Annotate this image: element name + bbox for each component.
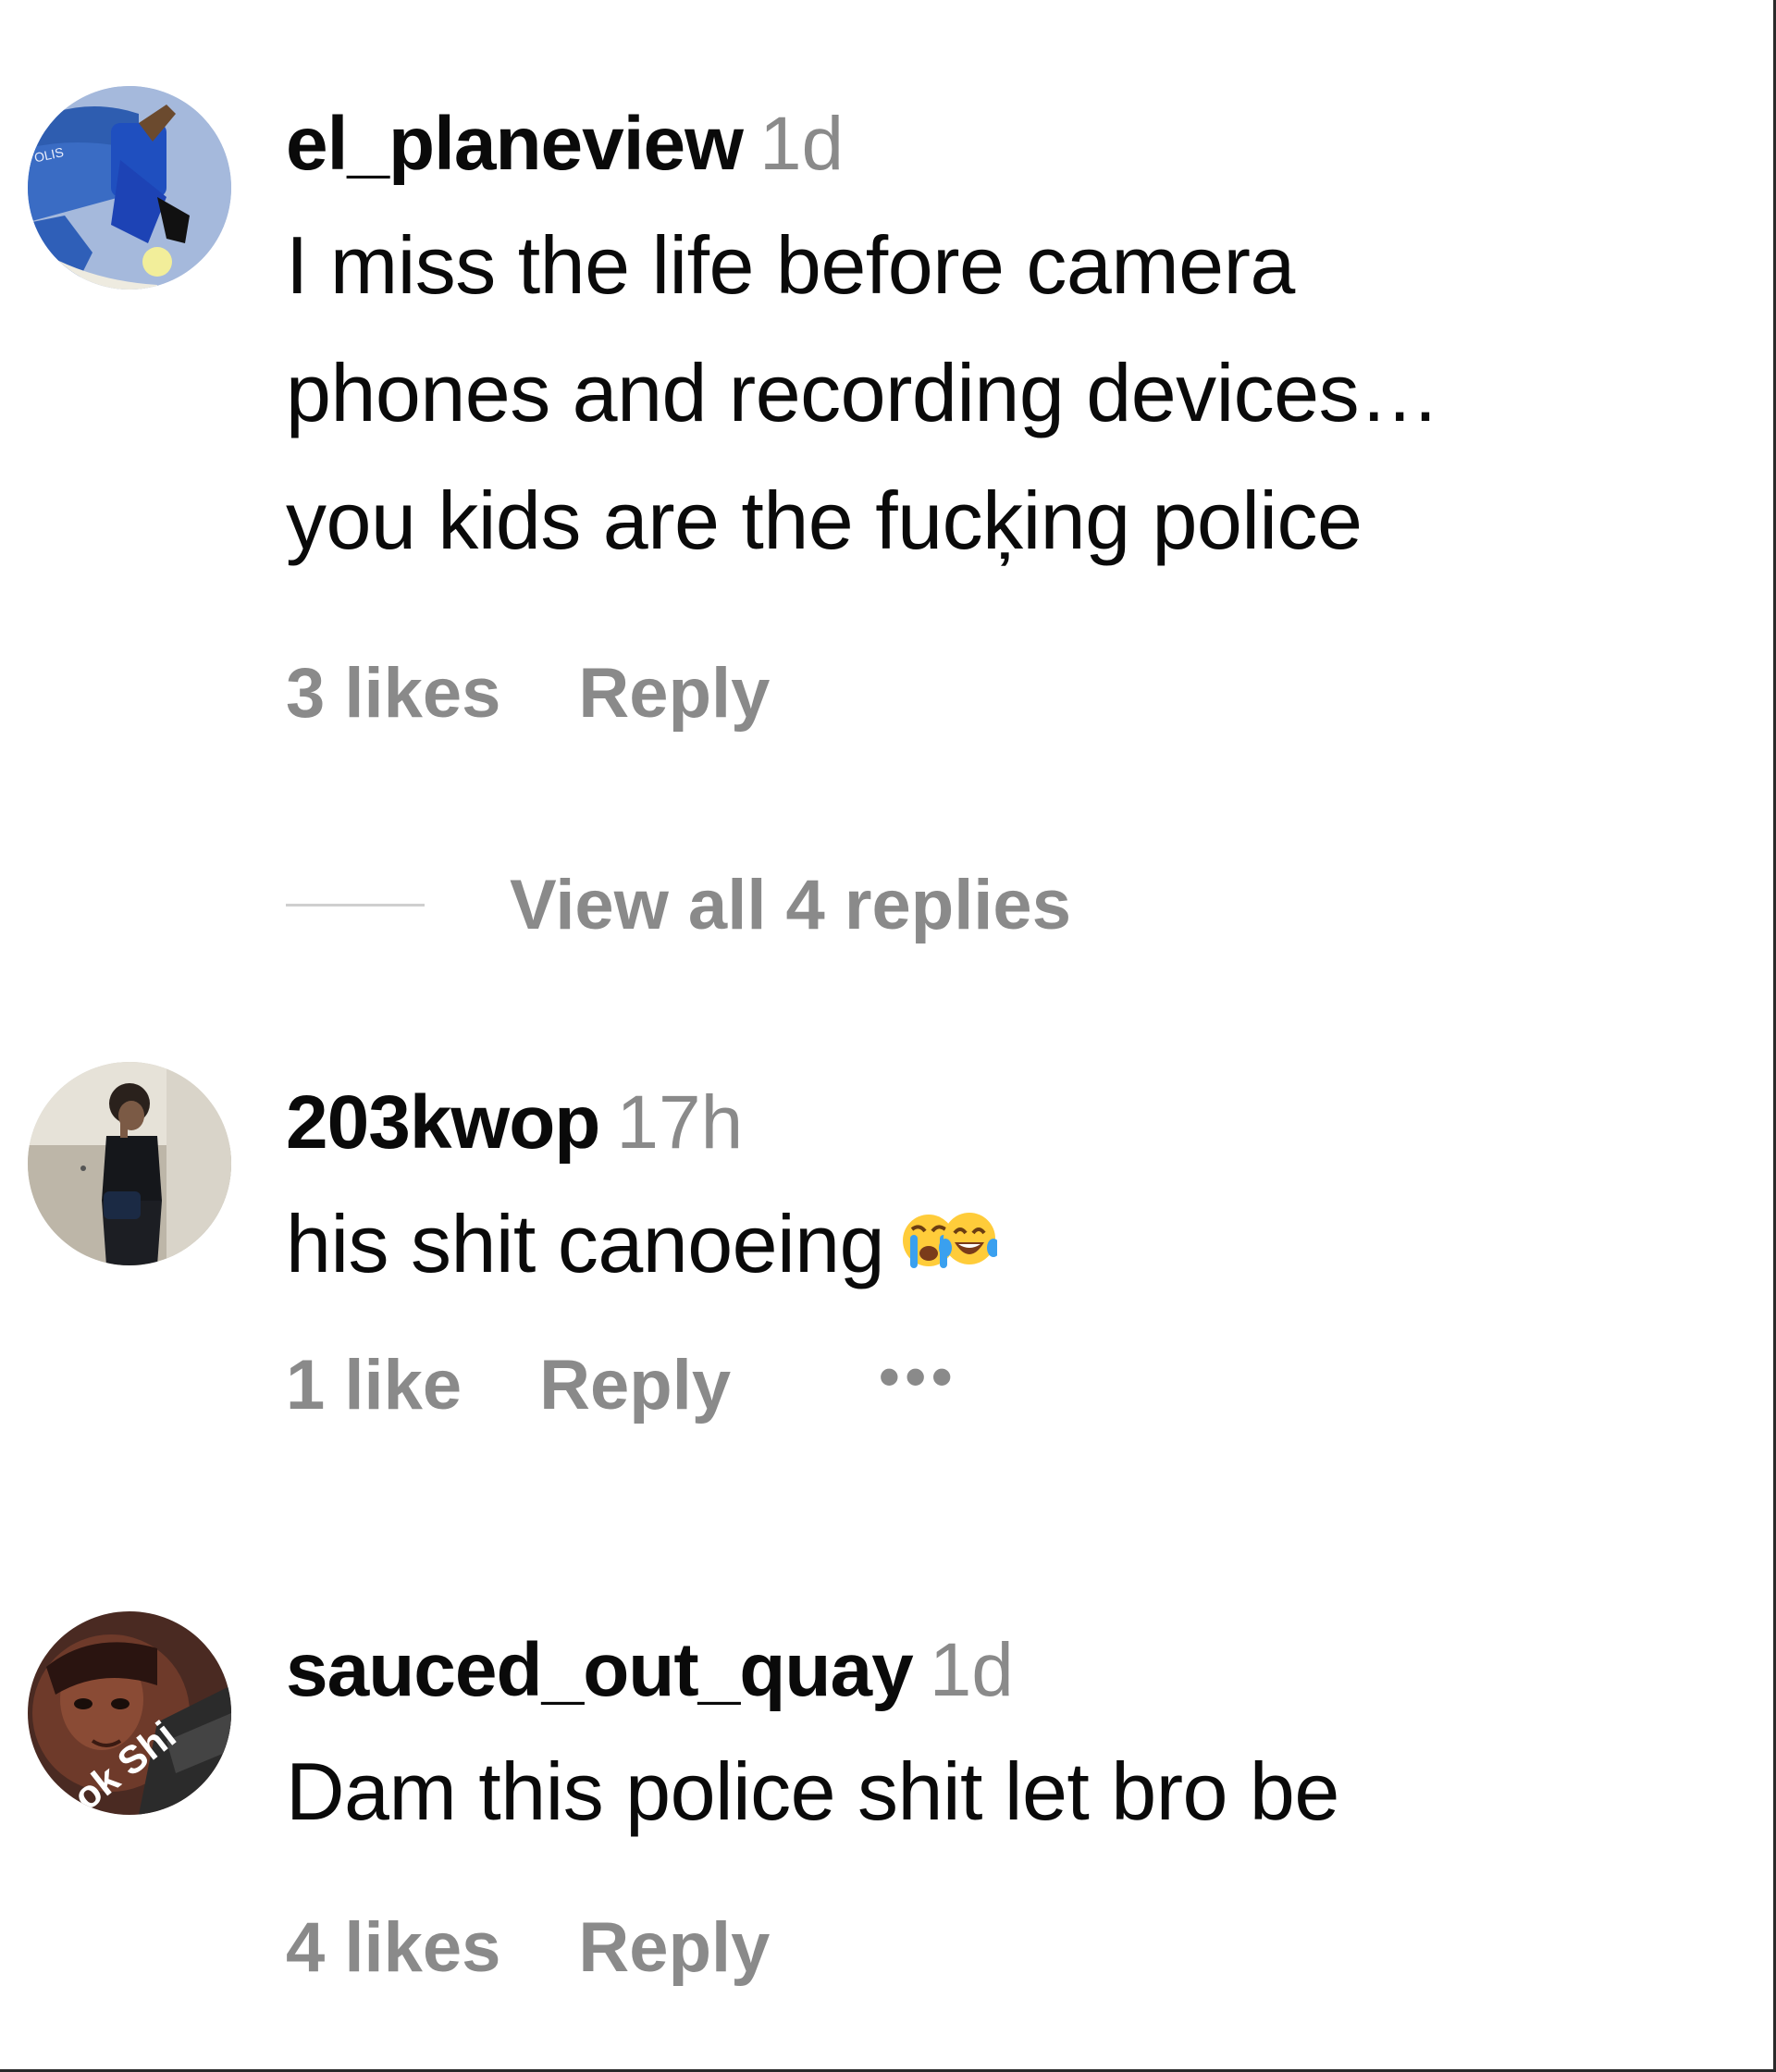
username[interactable]: sauced_out_quay (286, 1628, 914, 1712)
more-options-icon[interactable]: ••• (879, 1335, 957, 1418)
face-with-text-avatar-icon: ok Shi (28, 1611, 231, 1815)
reply-button[interactable]: Reply (539, 1344, 731, 1427)
username[interactable]: el_planeview (286, 102, 744, 186)
reply-button[interactable]: Reply (578, 652, 770, 735)
likes-count[interactable]: 1 like (286, 1344, 462, 1427)
avatar[interactable]: OLIS (28, 86, 231, 290)
comment-actions: 3 likes Reply (286, 648, 1757, 735)
comment-text-line: phones and recording devices… (286, 347, 1440, 438)
timestamp: 17h (616, 1080, 744, 1165)
comment-text-content: his shit canoeing (286, 1198, 885, 1289)
comment-header: 203kwop 17h (286, 1079, 1757, 1167)
reply-button[interactable]: Reply (578, 1906, 770, 1990)
username[interactable]: 203kwop (286, 1080, 600, 1165)
avatar[interactable]: ok Shi (28, 1611, 231, 1815)
likes-count[interactable]: 4 likes (286, 1906, 500, 1990)
comment-body: el_planeview 1d I miss the life before ca… (286, 100, 1757, 735)
likes-count[interactable]: 3 likes (286, 652, 500, 735)
comment-text-line: you kids are the fucķing police (286, 475, 1363, 566)
comment-header: sauced_out_quay 1d (286, 1626, 1757, 1715)
person-standing-photo-avatar-icon (28, 1062, 231, 1265)
comment-text: Dam this police shit let bro be (286, 1728, 1757, 1856)
comment-text: his shit canoeing (286, 1180, 1757, 1308)
comment-text-line: his shit canoeing (286, 1180, 1757, 1308)
timestamp: 1d (758, 102, 845, 186)
emoji-group (901, 1202, 998, 1279)
view-replies-button[interactable]: View all 4 replies (510, 865, 1071, 945)
comment-text-line: Dam this police shit let bro be (286, 1745, 1339, 1837)
divider-line (286, 904, 425, 906)
avatar[interactable] (28, 1062, 231, 1265)
comment-actions: 4 likes Reply (286, 1902, 1757, 1990)
comment-text: I miss the life before camera phones and… (286, 202, 1757, 585)
comment-body: sauced_out_quay 1d Dam this police shit l… (286, 1626, 1757, 1990)
comment-header: el_planeview 1d (286, 100, 1757, 189)
comment-body: 203kwop 17h his shit canoeing 1 like Rep… (286, 1079, 1757, 1427)
comment-text-line: I miss the life before camera (286, 219, 1295, 311)
police-cartoon-avatar-icon: OLIS (28, 86, 231, 290)
comment-actions: 1 like Reply ••• (286, 1339, 1757, 1427)
view-replies-row[interactable]: View all 4 replies (286, 865, 1071, 948)
timestamp: 1d (929, 1628, 1014, 1712)
